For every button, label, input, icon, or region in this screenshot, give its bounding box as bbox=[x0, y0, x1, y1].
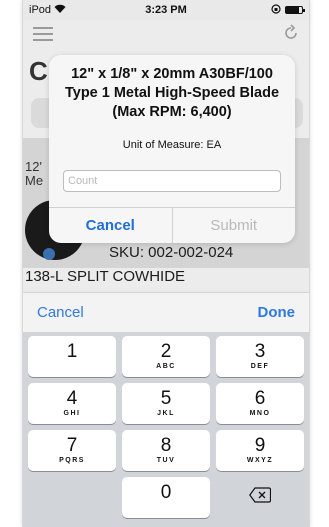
key-3[interactable]: 3 DEF bbox=[216, 336, 304, 377]
page-title: C bbox=[29, 56, 48, 86]
refresh-icon[interactable] bbox=[283, 23, 299, 47]
count-input[interactable] bbox=[63, 170, 281, 192]
key-2[interactable]: 2 ABC bbox=[122, 336, 210, 377]
keyboard-done-button[interactable]: Done bbox=[258, 304, 296, 321]
keyboard-cancel-button[interactable]: Cancel bbox=[37, 304, 84, 321]
product-name: 138-L SPLIT COWHIDE bbox=[25, 268, 186, 285]
list-item-text: 12' Me bbox=[25, 159, 44, 188]
dialog-submit-button[interactable]: Submit bbox=[173, 208, 296, 243]
keyboard-toolbar: Cancel Done bbox=[23, 292, 309, 332]
key-9[interactable]: 9 WXYZ bbox=[216, 430, 304, 471]
delete-key[interactable] bbox=[216, 477, 304, 518]
key-0[interactable]: 0 bbox=[122, 477, 210, 518]
number-keypad: 1 2 ABC 3 DEF 4 GHI 5 JKL 6 MNO 7 PQRS 8 TUV 9W… bbox=[23, 332, 309, 527]
keypad-empty-slot bbox=[28, 477, 116, 518]
key-7[interactable]: 7 PQRS bbox=[28, 430, 116, 471]
dialog-buttons: Cancel Submit bbox=[49, 207, 295, 243]
count-dialog: 12" x 1/8" x 20mm A30BF/100 Type 1 Metal… bbox=[49, 55, 295, 243]
battery-icon bbox=[285, 6, 305, 14]
status-time: 3:23 PM bbox=[145, 4, 187, 16]
nav-bar bbox=[23, 20, 309, 50]
menu-icon[interactable] bbox=[33, 25, 53, 46]
key-1[interactable]: 1 bbox=[28, 336, 116, 377]
dialog-cancel-button[interactable]: Cancel bbox=[49, 208, 173, 243]
key-4[interactable]: 4 GHI bbox=[28, 383, 116, 424]
key-6[interactable]: 6 MNO bbox=[216, 383, 304, 424]
dialog-title: 12" x 1/8" x 20mm A30BF/100 Type 1 Metal… bbox=[64, 66, 280, 120]
sku-label: SKU: 002-002-024 bbox=[109, 244, 234, 261]
status-bar: iPod 3:23 PM bbox=[23, 0, 309, 20]
key-8[interactable]: 8 TUV bbox=[122, 430, 210, 471]
thumbnail-badge bbox=[43, 248, 55, 260]
device-screen: iPod 3:23 PM C 12' Me SKU: 002-002-024 1… bbox=[22, 0, 310, 527]
dialog-message: Unit of Measure: EA bbox=[122, 139, 222, 151]
key-5[interactable]: 5 JKL bbox=[122, 383, 210, 424]
backspace-icon bbox=[249, 487, 272, 508]
